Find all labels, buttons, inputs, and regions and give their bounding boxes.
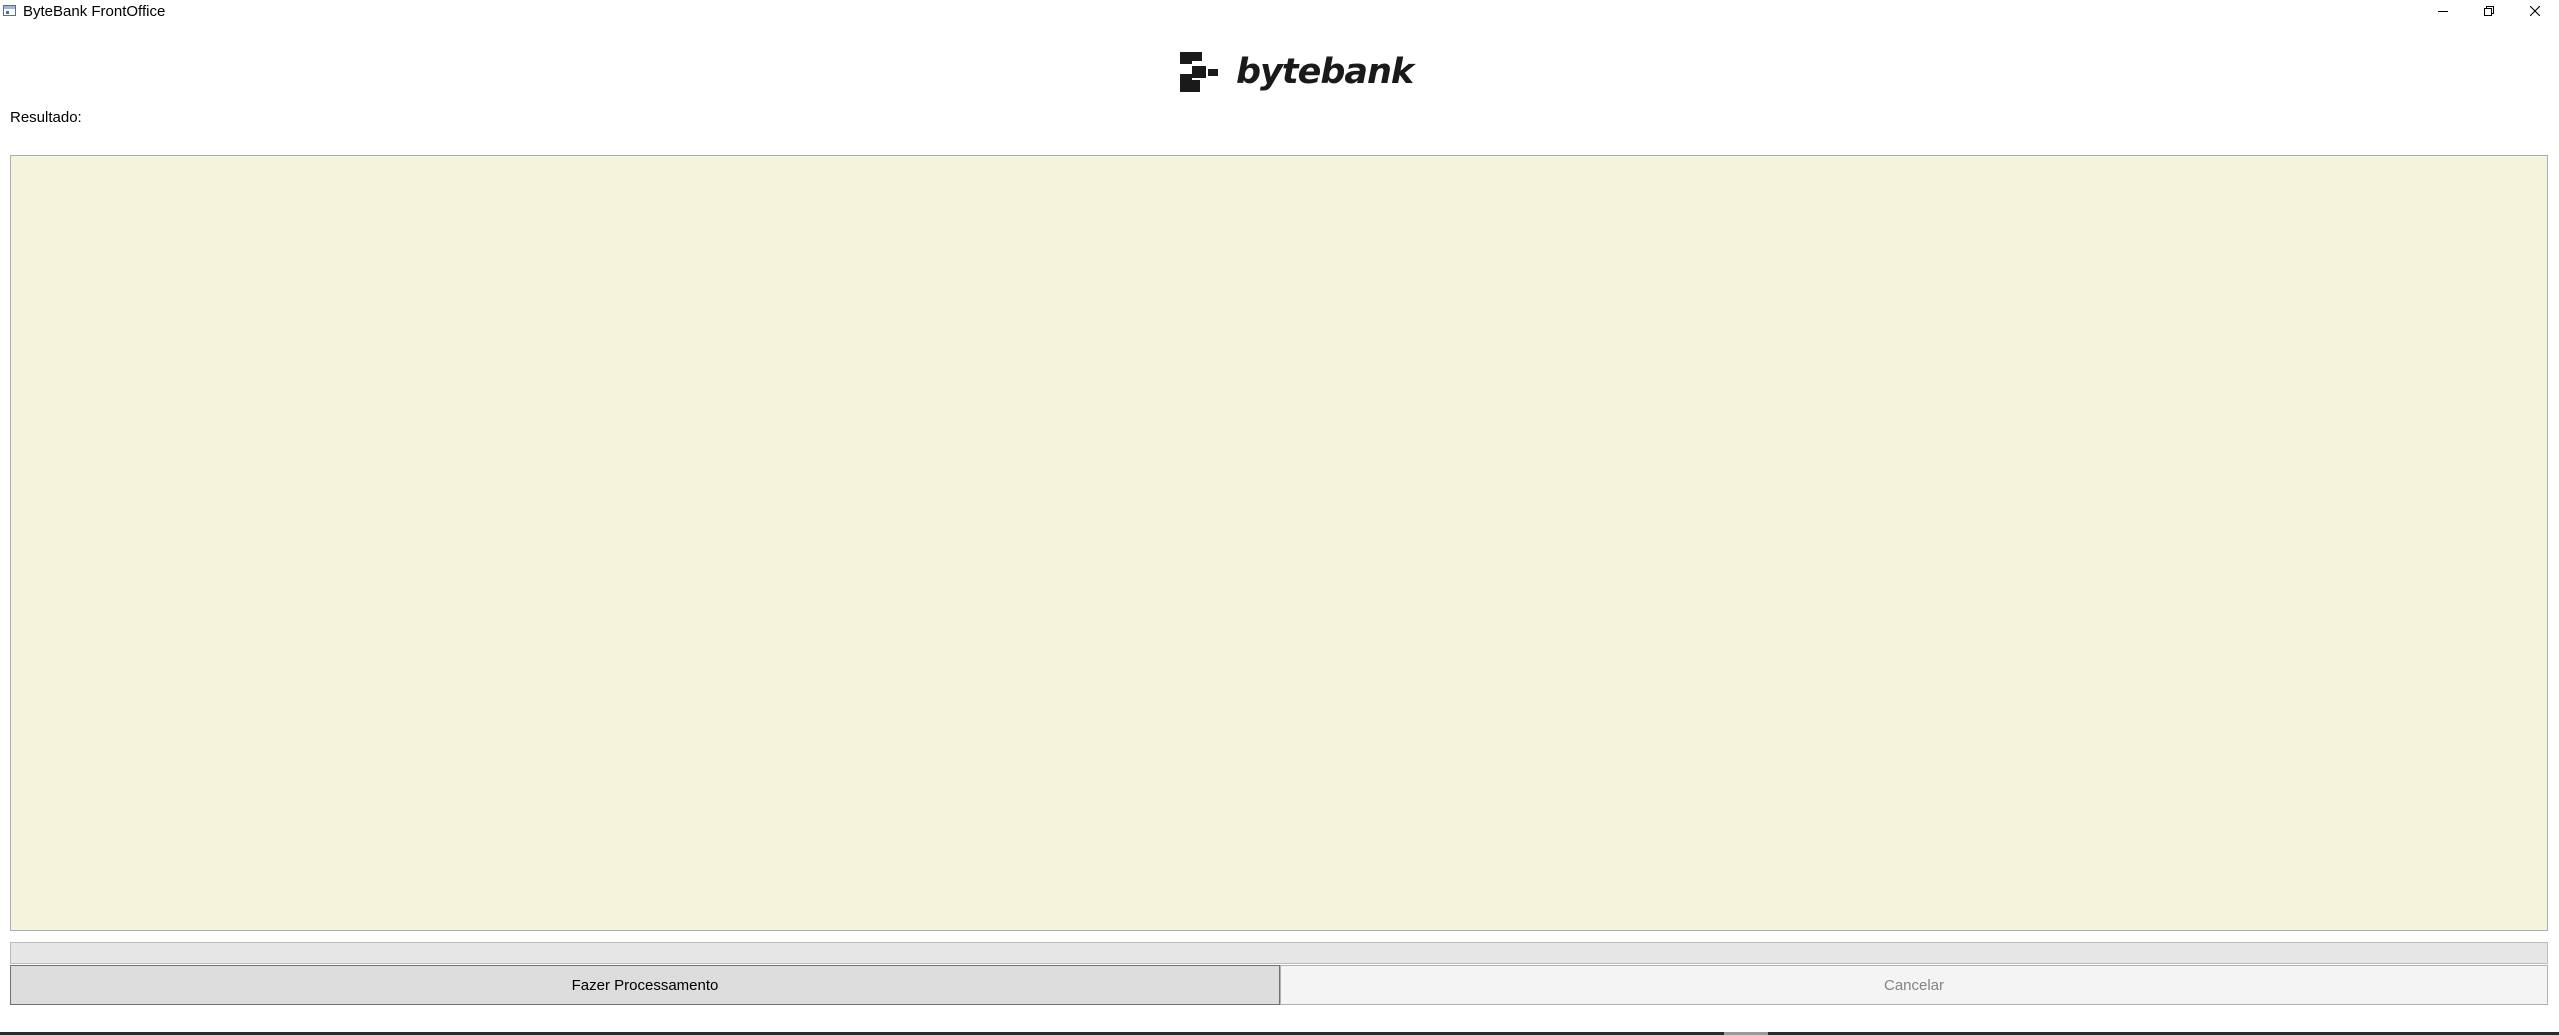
result-label: Resultado: xyxy=(10,109,82,126)
window-title: ByteBank FrontOffice xyxy=(23,3,166,20)
logo-text: bytebank xyxy=(1236,52,1414,92)
restore-button[interactable] xyxy=(2466,0,2512,22)
process-button[interactable]: Fazer Processamento xyxy=(10,965,1280,1005)
app-window-icon xyxy=(3,5,16,16)
close-button[interactable] xyxy=(2512,0,2558,22)
minimize-icon xyxy=(2438,11,2448,12)
bytebank-logo-mark xyxy=(1180,52,1218,92)
title-bar[interactable]: ByteBank FrontOffice xyxy=(0,0,2559,24)
progress-bar xyxy=(10,942,2548,964)
minimize-button[interactable] xyxy=(2420,0,2466,22)
bytebank-logo: bytebank xyxy=(1180,48,1414,96)
result-textbox[interactable] xyxy=(10,155,2548,931)
main-window: ByteBank FrontOffice bytebank Resultado:… xyxy=(0,0,2559,1035)
process-button-label: Fazer Processamento xyxy=(571,976,719,994)
close-icon xyxy=(2530,6,2540,16)
cancel-button-label: Cancelar xyxy=(1883,976,1945,994)
restore-icon xyxy=(2484,6,2494,16)
cancel-button[interactable]: Cancelar xyxy=(1280,965,2548,1005)
